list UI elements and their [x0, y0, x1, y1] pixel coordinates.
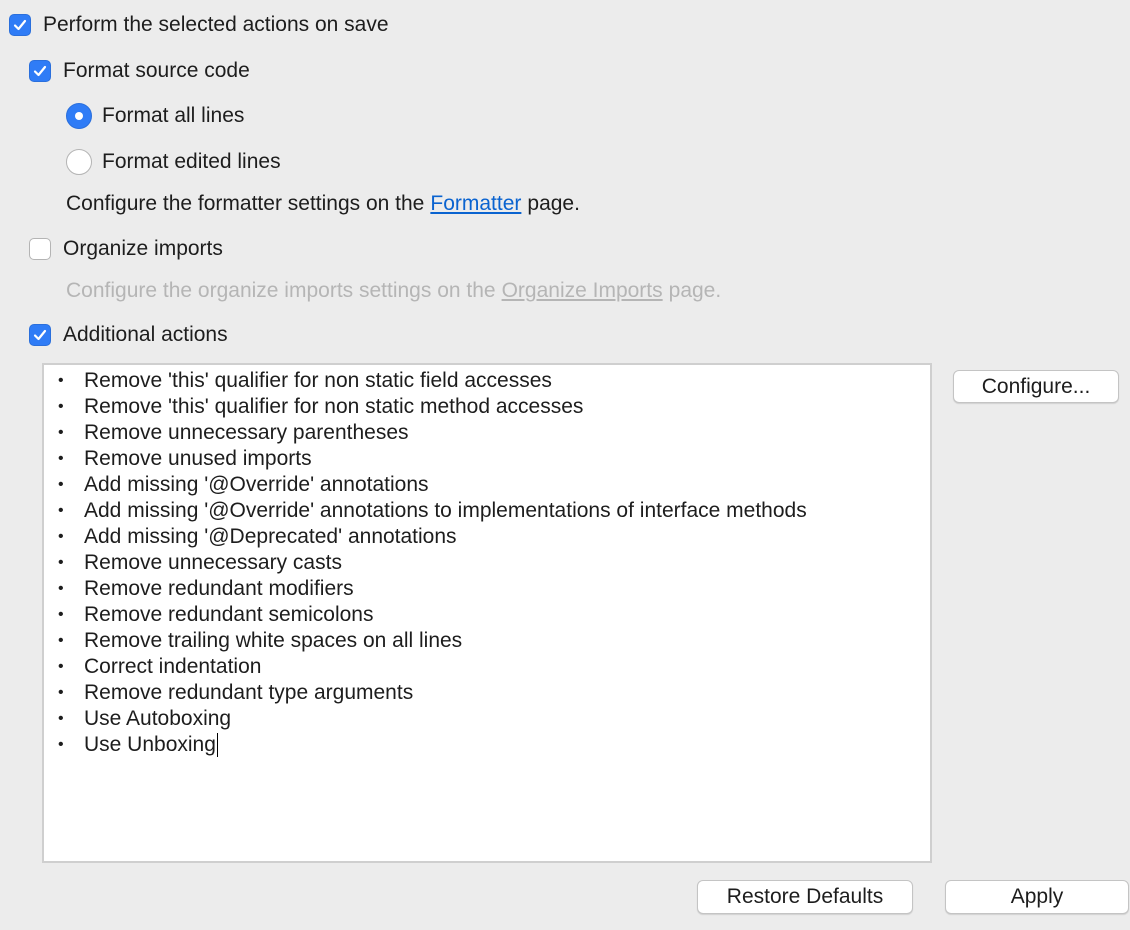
- additional-actions-checkbox[interactable]: [29, 324, 51, 346]
- text-caret: [216, 733, 218, 758]
- bullet-icon: •: [58, 606, 64, 623]
- format-edited-lines-radio[interactable]: [66, 149, 92, 175]
- list-item-text: Use Unboxing: [84, 733, 216, 756]
- bullet-icon: •: [58, 554, 64, 571]
- format-all-lines-radio[interactable]: [66, 103, 92, 129]
- list-item: • Correct indentation: [44, 654, 930, 680]
- list-item-text: Add missing '@Override' annotations to i…: [84, 499, 807, 522]
- organize-imports-link: Organize Imports: [501, 279, 663, 302]
- additional-actions-label: Additional actions: [63, 323, 228, 346]
- format-edited-lines-row[interactable]: Format edited lines: [66, 148, 281, 176]
- formatter-note-prefix: Configure the formatter settings on the: [66, 192, 425, 215]
- configure-button[interactable]: Configure...: [953, 370, 1119, 403]
- organize-imports-checkbox[interactable]: [29, 238, 51, 260]
- list-item: • Add missing '@Deprecated' annotations: [44, 524, 930, 550]
- format-source-label: Format source code: [63, 59, 250, 82]
- list-item: • Remove 'this' qualifier for non static …: [44, 394, 930, 420]
- additional-actions-list[interactable]: • Remove 'this' qualifier for non static …: [42, 363, 932, 863]
- bullet-icon: •: [58, 632, 64, 649]
- organize-imports-note: Configure the organize imports settings …: [66, 278, 721, 304]
- list-item-text: Remove 'this' qualifier for non static f…: [84, 369, 552, 392]
- bullet-icon: •: [58, 710, 64, 727]
- list-item-text: Add missing '@Override' annotations: [84, 473, 429, 496]
- restore-defaults-button[interactable]: Restore Defaults: [697, 880, 913, 914]
- bullet-icon: •: [58, 424, 64, 441]
- formatter-note-suffix: page.: [527, 192, 580, 215]
- list-item-text: Remove redundant modifiers: [84, 577, 354, 600]
- checkmark-icon: [33, 329, 47, 341]
- organize-imports-label: Organize imports: [63, 237, 223, 260]
- format-edited-lines-label: Format edited lines: [102, 150, 281, 173]
- bullet-icon: •: [58, 580, 64, 597]
- formatter-note: Configure the formatter settings on the …: [66, 191, 580, 217]
- list-item: • Remove unnecessary casts: [44, 550, 930, 576]
- list-item: • Use Autoboxing: [44, 706, 930, 732]
- bullet-icon: •: [58, 528, 64, 545]
- bullet-icon: •: [58, 476, 64, 493]
- checkmark-icon: [13, 19, 27, 31]
- format-source-checkbox[interactable]: [29, 60, 51, 82]
- list-item: • Add missing '@Override' annotations to …: [44, 498, 930, 524]
- list-item: • Remove redundant modifiers: [44, 576, 930, 602]
- list-item: • Remove redundant type arguments: [44, 680, 930, 706]
- bullet-icon: •: [58, 450, 64, 467]
- list-item-text: Remove redundant type arguments: [84, 681, 414, 704]
- apply-button[interactable]: Apply: [945, 880, 1129, 914]
- bullet-icon: •: [58, 372, 64, 389]
- list-item-text: Remove redundant semicolons: [84, 603, 374, 626]
- formatter-link[interactable]: Formatter: [430, 192, 521, 216]
- list-item-text: Remove trailing white spaces on all line…: [84, 629, 463, 652]
- bullet-icon: •: [58, 658, 64, 675]
- list-item-text: Remove unnecessary casts: [84, 551, 342, 574]
- list-item: • Remove redundant semicolons: [44, 602, 930, 628]
- bullet-icon: •: [58, 684, 64, 701]
- format-source-row[interactable]: Format source code: [29, 58, 250, 84]
- perform-on-save-row[interactable]: Perform the selected actions on save: [9, 12, 389, 38]
- organize-imports-row[interactable]: Organize imports: [29, 236, 223, 262]
- format-all-lines-row[interactable]: Format all lines: [66, 102, 244, 130]
- additional-actions-row[interactable]: Additional actions: [29, 322, 228, 348]
- list-item: • Use Unboxing: [44, 732, 930, 758]
- organize-imports-note-suffix: page.: [668, 279, 722, 302]
- list-item-text: Remove 'this' qualifier for non static m…: [84, 395, 584, 418]
- radio-dot-icon: [75, 112, 83, 120]
- bullet-icon: •: [58, 502, 64, 519]
- checkmark-icon: [33, 65, 47, 77]
- list-item-text: Add missing '@Deprecated' annotations: [84, 525, 457, 548]
- list-item-text: Correct indentation: [84, 655, 262, 678]
- bullet-icon: •: [58, 736, 64, 753]
- perform-on-save-checkbox[interactable]: [9, 14, 31, 36]
- list-item: • Remove unnecessary parentheses: [44, 420, 930, 446]
- list-item: • Remove unused imports: [44, 446, 930, 472]
- actions-list: • Remove 'this' qualifier for non static …: [44, 365, 930, 758]
- list-item: • Add missing '@Override' annotations: [44, 472, 930, 498]
- list-item: • Remove trailing white spaces on all lin…: [44, 628, 930, 654]
- perform-on-save-label: Perform the selected actions on save: [43, 13, 389, 36]
- list-item-text: Remove unused imports: [84, 447, 312, 470]
- list-item: • Remove 'this' qualifier for non static …: [44, 368, 930, 394]
- organize-imports-note-prefix: Configure the organize imports settings …: [66, 279, 496, 302]
- list-item-text: Remove unnecessary parentheses: [84, 421, 409, 444]
- list-item-text: Use Autoboxing: [84, 707, 232, 730]
- format-all-lines-label: Format all lines: [102, 104, 245, 127]
- bullet-icon: •: [58, 398, 64, 415]
